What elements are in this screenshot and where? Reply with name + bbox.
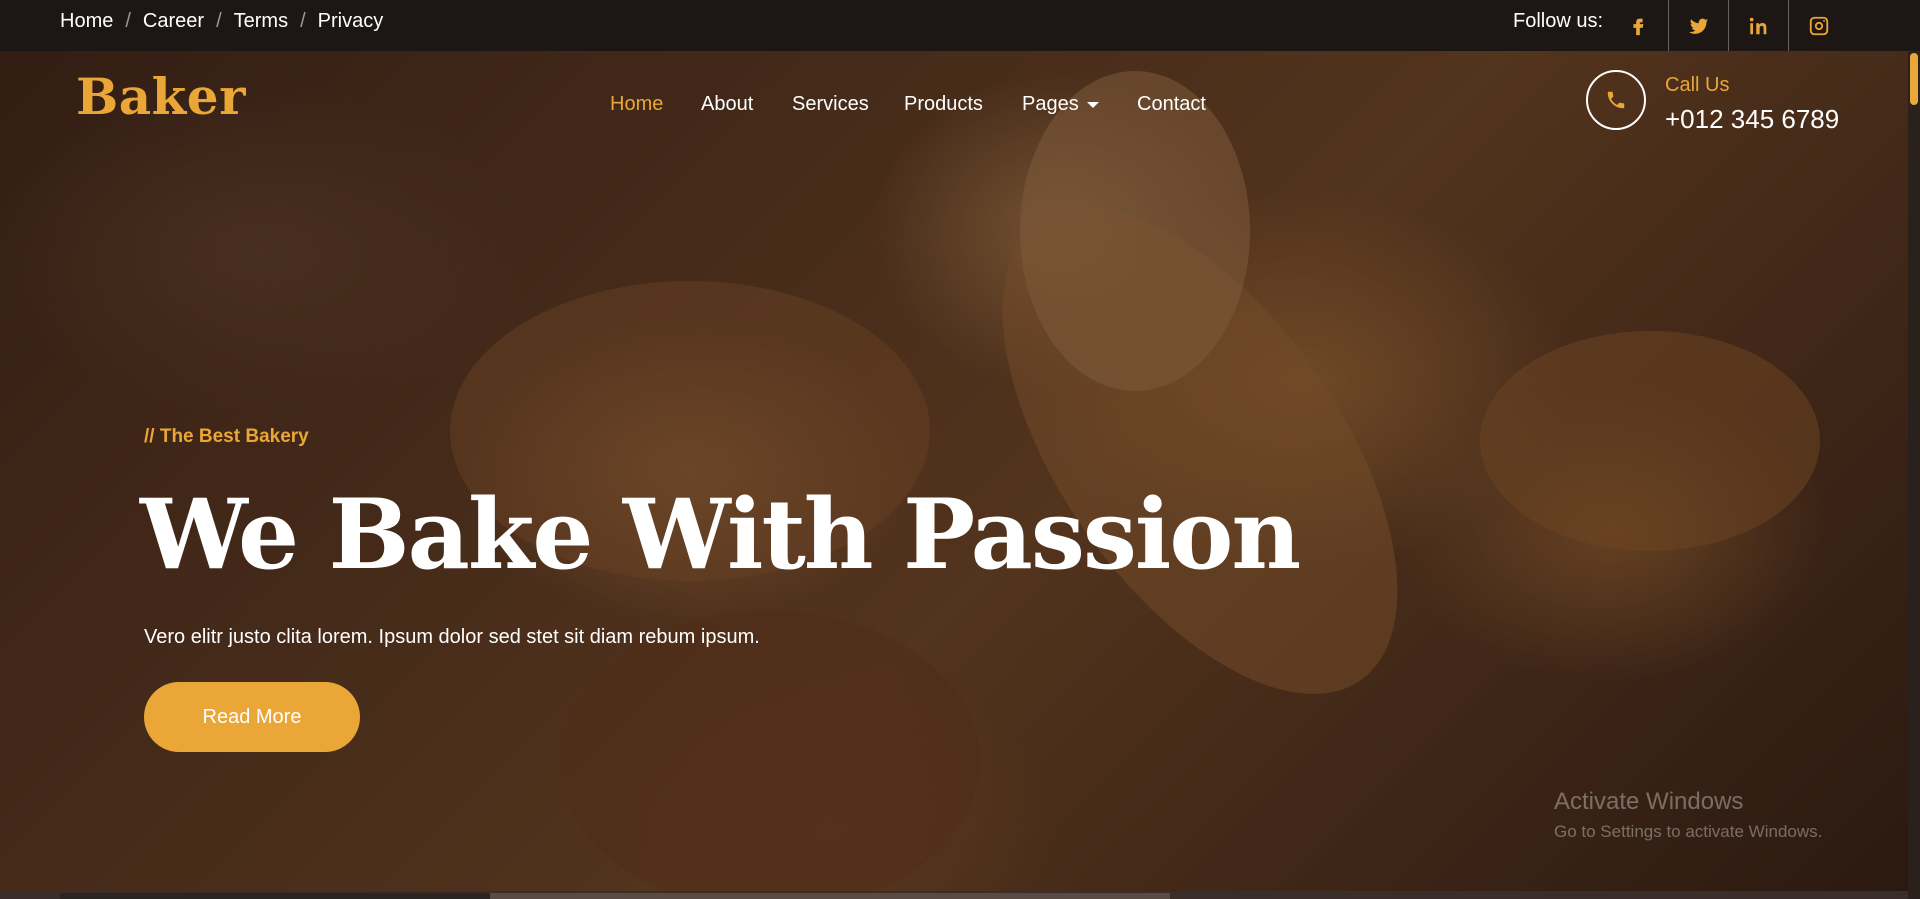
facebook-link[interactable] [1608, 0, 1668, 51]
topbar-link-terms[interactable]: Terms [234, 10, 288, 32]
twitter-icon [1688, 18, 1709, 34]
topbar-link-privacy[interactable]: Privacy [318, 10, 384, 32]
linkedin-link[interactable] [1728, 0, 1789, 51]
scrollbar-thumb[interactable] [1910, 53, 1918, 105]
hero-headline: We Bake With Passion [140, 478, 1301, 591]
topbar-link-home[interactable]: Home [60, 10, 113, 32]
scrollbar[interactable] [1908, 51, 1920, 899]
topbar-links: Home / Career / Terms / Privacy [60, 10, 383, 33]
hero-subtext: Vero elitr justo clita lorem. Ipsum dolo… [144, 626, 760, 648]
bottom-strip [0, 891, 1908, 899]
phone-icon [1607, 91, 1625, 109]
facebook-icon [1633, 18, 1644, 35]
nav-item-pages-label: Pages [1022, 93, 1079, 115]
separator: / [125, 10, 131, 32]
nav-item-services[interactable]: Services [792, 93, 869, 116]
brand-logo[interactable]: Baker [76, 67, 246, 126]
separator: / [300, 10, 306, 32]
windows-watermark-subtitle: Go to Settings to activate Windows. [1554, 822, 1823, 841]
phone-button[interactable] [1586, 70, 1646, 130]
hero-overlay [0, 51, 1908, 891]
linkedin-icon [1749, 17, 1767, 34]
topbar: Home / Career / Terms / Privacy Follow us: [0, 0, 1920, 51]
bottom-strip-segment [60, 893, 490, 899]
topbar-link-career[interactable]: Career [143, 10, 204, 32]
follow-label: Follow us: [1513, 10, 1604, 32]
windows-watermark-title: Activate Windows [1554, 788, 1744, 815]
nav-item-contact[interactable]: Contact [1137, 93, 1206, 116]
chevron-down-icon [1086, 101, 1099, 108]
read-more-button[interactable]: Read More [144, 682, 360, 752]
hero-background [0, 51, 1908, 891]
call-us-label: Call Us [1665, 74, 1730, 96]
instagram-link[interactable] [1788, 0, 1849, 51]
nav-item-pages[interactable]: Pages [1022, 93, 1099, 116]
separator: / [216, 10, 222, 32]
nav-item-home[interactable]: Home [610, 93, 663, 116]
nav-item-products[interactable]: Products [904, 93, 983, 116]
nav-item-about[interactable]: About [701, 93, 753, 116]
instagram-icon [1809, 16, 1829, 35]
phone-number[interactable]: +012 345 6789 [1665, 104, 1839, 135]
hero-tagline: // The Best Bakery [144, 426, 309, 447]
twitter-link[interactable] [1668, 0, 1729, 51]
bottom-strip-segment [490, 893, 1170, 899]
